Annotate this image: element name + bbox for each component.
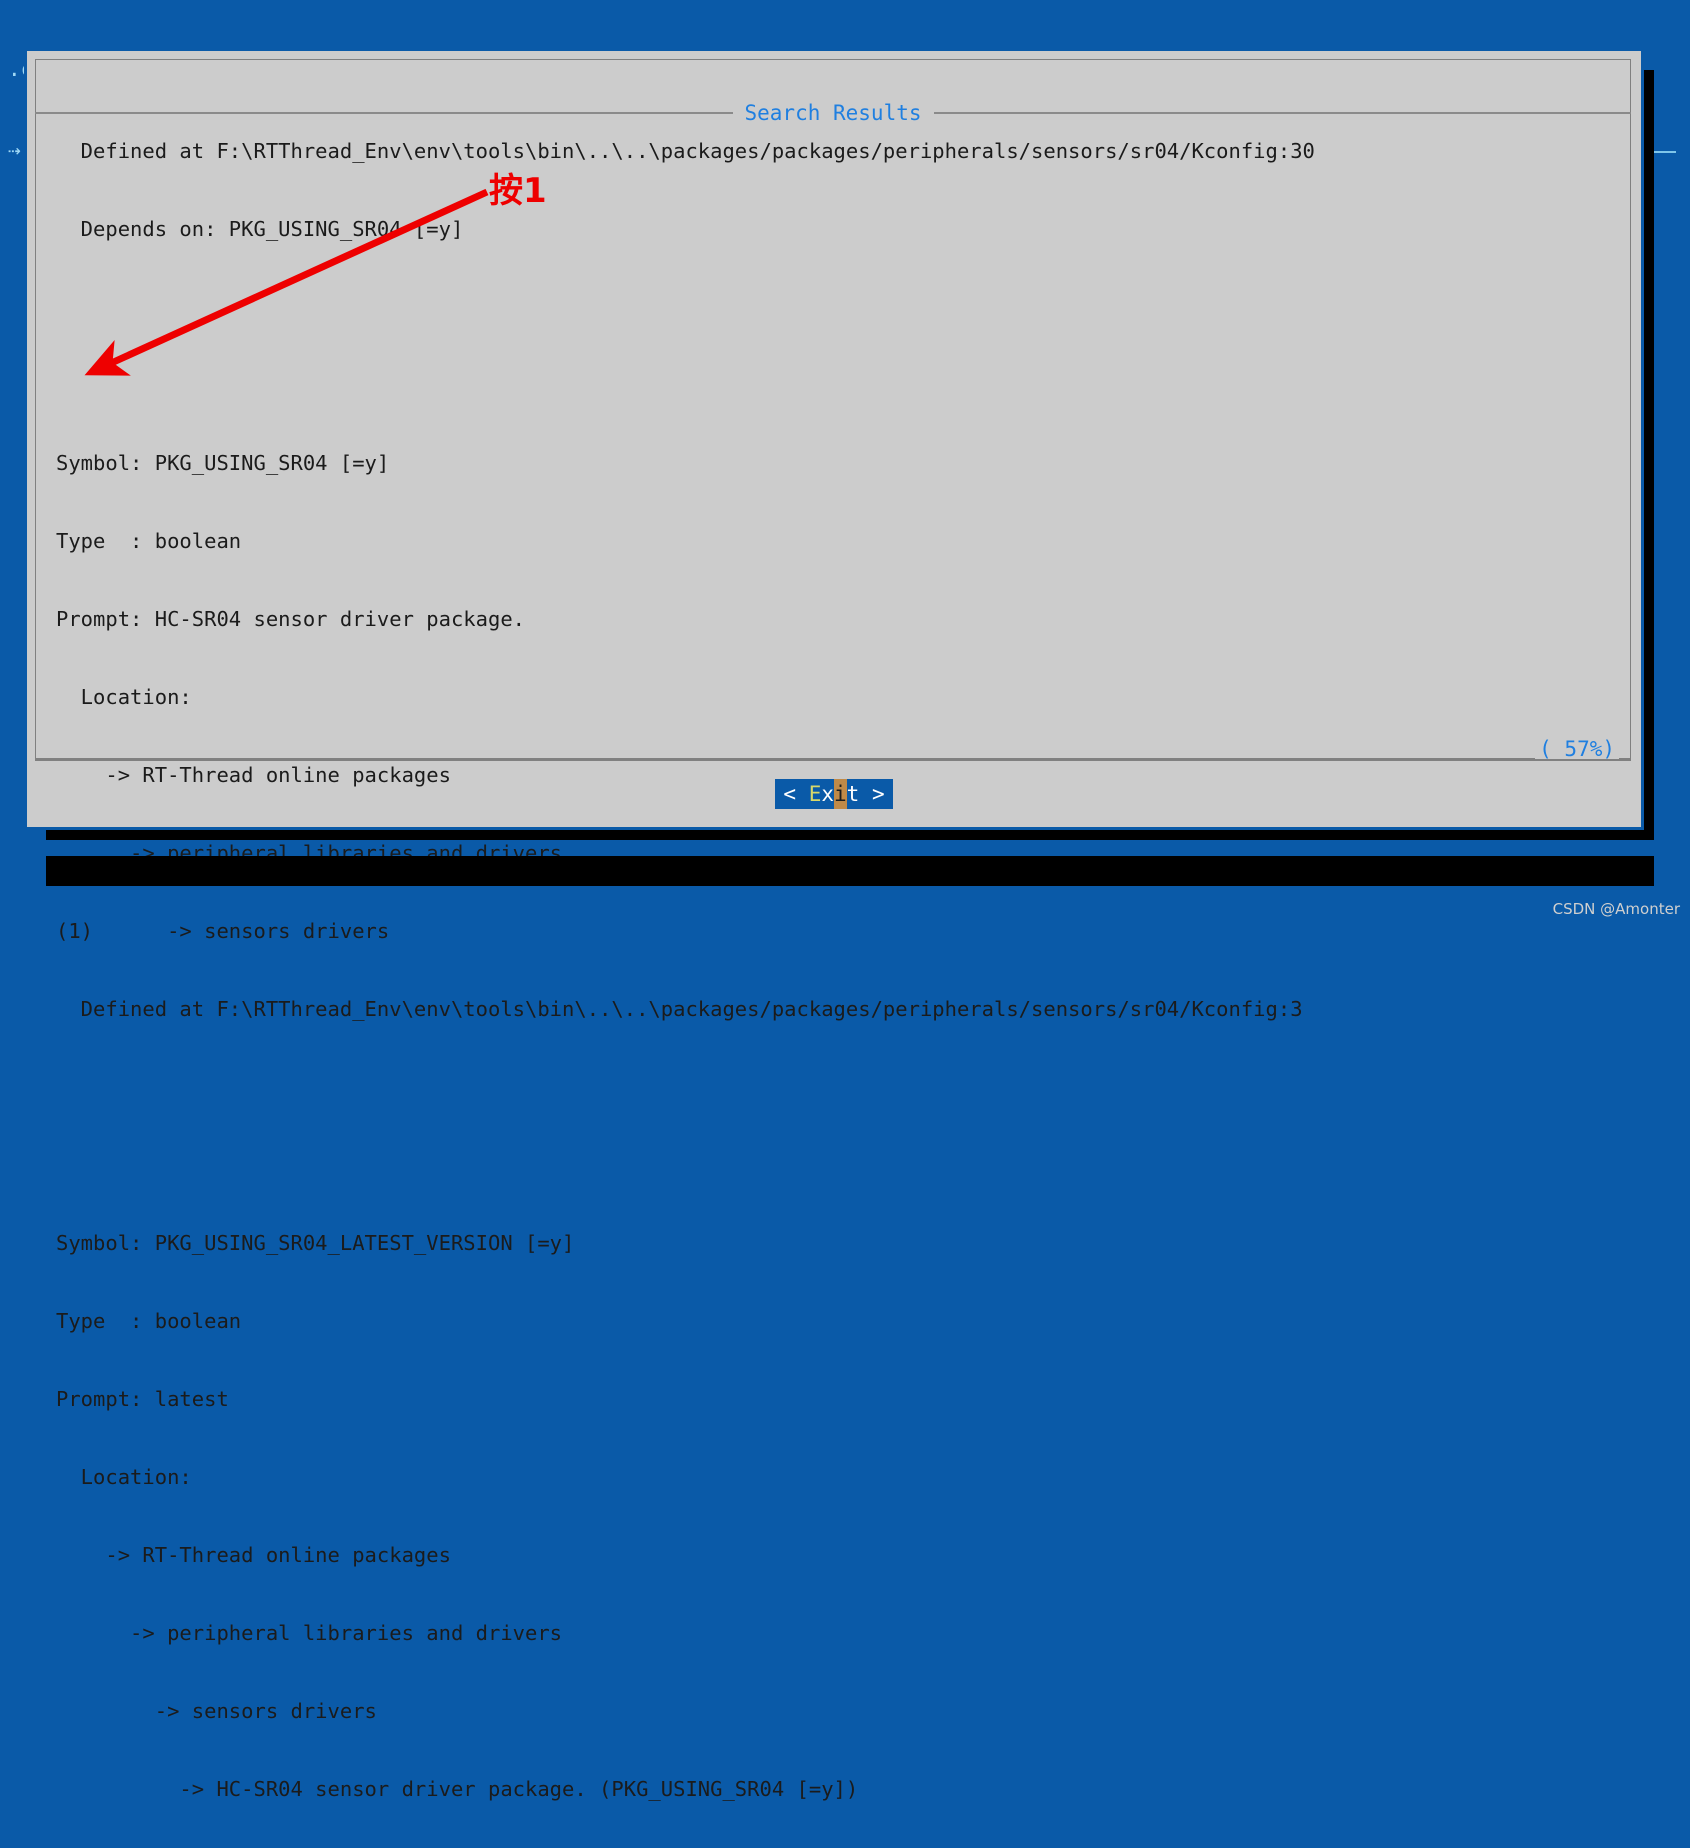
result-line: Type : boolean	[56, 529, 242, 553]
exit-cursor: i	[834, 779, 847, 809]
result-line: Type : boolean	[56, 1309, 242, 1333]
exit-hotkey: E	[808, 782, 822, 806]
result-line: Defined at F:\RTThread_Env\env\tools\bin…	[56, 139, 1315, 163]
result-line: (1) -> sensors drivers	[56, 919, 390, 943]
result-line: Prompt: latest	[56, 1387, 229, 1411]
result-line	[56, 294, 1616, 320]
terminal-bottom-strip	[46, 856, 1654, 886]
result-line: Symbol: PKG_USING_SR04 [=y]	[56, 451, 390, 475]
annotation-label: 按1	[489, 171, 547, 211]
scroll-percent: ( 57%)	[1535, 739, 1619, 760]
result-line	[56, 372, 1616, 398]
result-line: Location:	[56, 1465, 192, 1489]
result-line: -> HC-SR04 sensor driver package. (PKG_U…	[56, 1777, 859, 1801]
result-line: -> sensors drivers	[56, 1699, 377, 1723]
watermark: CSDN @Amonter	[1552, 900, 1680, 918]
result-line	[56, 1152, 1616, 1178]
exit-right-bracket: >	[859, 782, 885, 806]
exit-left-bracket: <	[783, 782, 809, 806]
button-separator	[35, 759, 1631, 761]
result-line: Symbol: PKG_USING_SR04_LATEST_VERSION [=…	[56, 1231, 575, 1255]
result-line: Defined at F:\RTThread_Env\env\tools\bin…	[56, 997, 1303, 1021]
result-line: -> peripheral libraries and drivers	[56, 1621, 563, 1645]
results-panel[interactable]: Defined at F:\RTThread_Env\env\tools\bin…	[35, 59, 1631, 1801]
exit-button[interactable]: < Exit >	[775, 779, 893, 809]
result-line: Depends on: PKG_USING_SR04 [=y]	[56, 217, 464, 241]
result-line	[56, 1074, 1616, 1100]
exit-label-before-cursor: x	[821, 782, 834, 806]
result-line: -> RT-Thread online packages	[56, 1543, 451, 1567]
result-line: Location:	[56, 685, 192, 709]
exit-label-after-cursor: t	[846, 782, 860, 806]
terminal-screen: .config - RT-Thread Configuration ⇢ Sear…	[0, 0, 1690, 1801]
result-line: Prompt: HC-SR04 sensor driver package.	[56, 607, 525, 631]
search-results-dialog: Defined at F:\RTThread_Env\env\tools\bin…	[24, 48, 1644, 1801]
button-row: < Exit >	[27, 779, 1641, 809]
results-text: Defined at F:\RTThread_Env\env\tools\bin…	[56, 86, 1616, 1848]
